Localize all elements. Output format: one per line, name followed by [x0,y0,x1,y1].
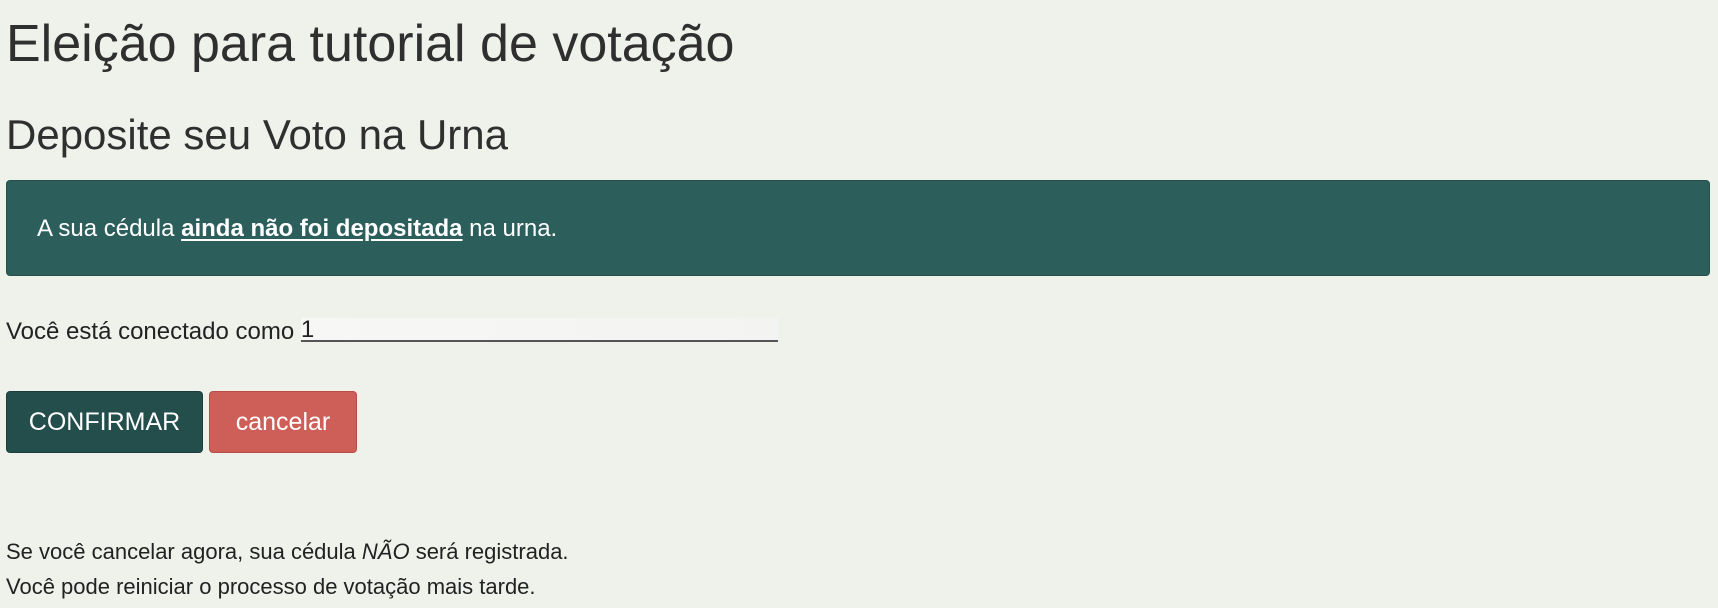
alert-text-suffix: na urna. [462,215,558,242]
ballot-status-alert: A sua cédula ainda não foi depositada na… [6,180,1710,276]
page-title: Eleição para tutorial de votação [6,15,735,73]
cancel-note-line1: Se você cancelar agora, sua cédula NÃO s… [6,534,569,569]
alert-emphasis: ainda não foi depositada [181,215,463,242]
connected-label: Você está conectado como [6,318,301,345]
user-identity-visible: 1 [300,318,315,342]
cancel-button[interactable]: cancelar [209,391,357,453]
user-identity-link[interactable]: 1 [300,318,778,342]
section-title: Deposite seu Voto na Urna [6,111,508,158]
alert-text-prefix: A sua cédula [37,215,182,242]
note-line1-prefix: Se você cancelar agora, sua cédula [6,539,362,564]
note-line1-suffix: será registrada. [409,539,569,564]
cancel-note-line2: Você pode reiniciar o processo de votaçã… [6,574,536,599]
connected-as: Você está conectado como 1 [6,316,778,348]
confirm-button[interactable]: CONFIRMAR [6,391,203,453]
note-line1-emphasis: NÃO [361,539,410,564]
cancel-note: Se você cancelar agora, sua cédula NÃO s… [6,534,569,604]
